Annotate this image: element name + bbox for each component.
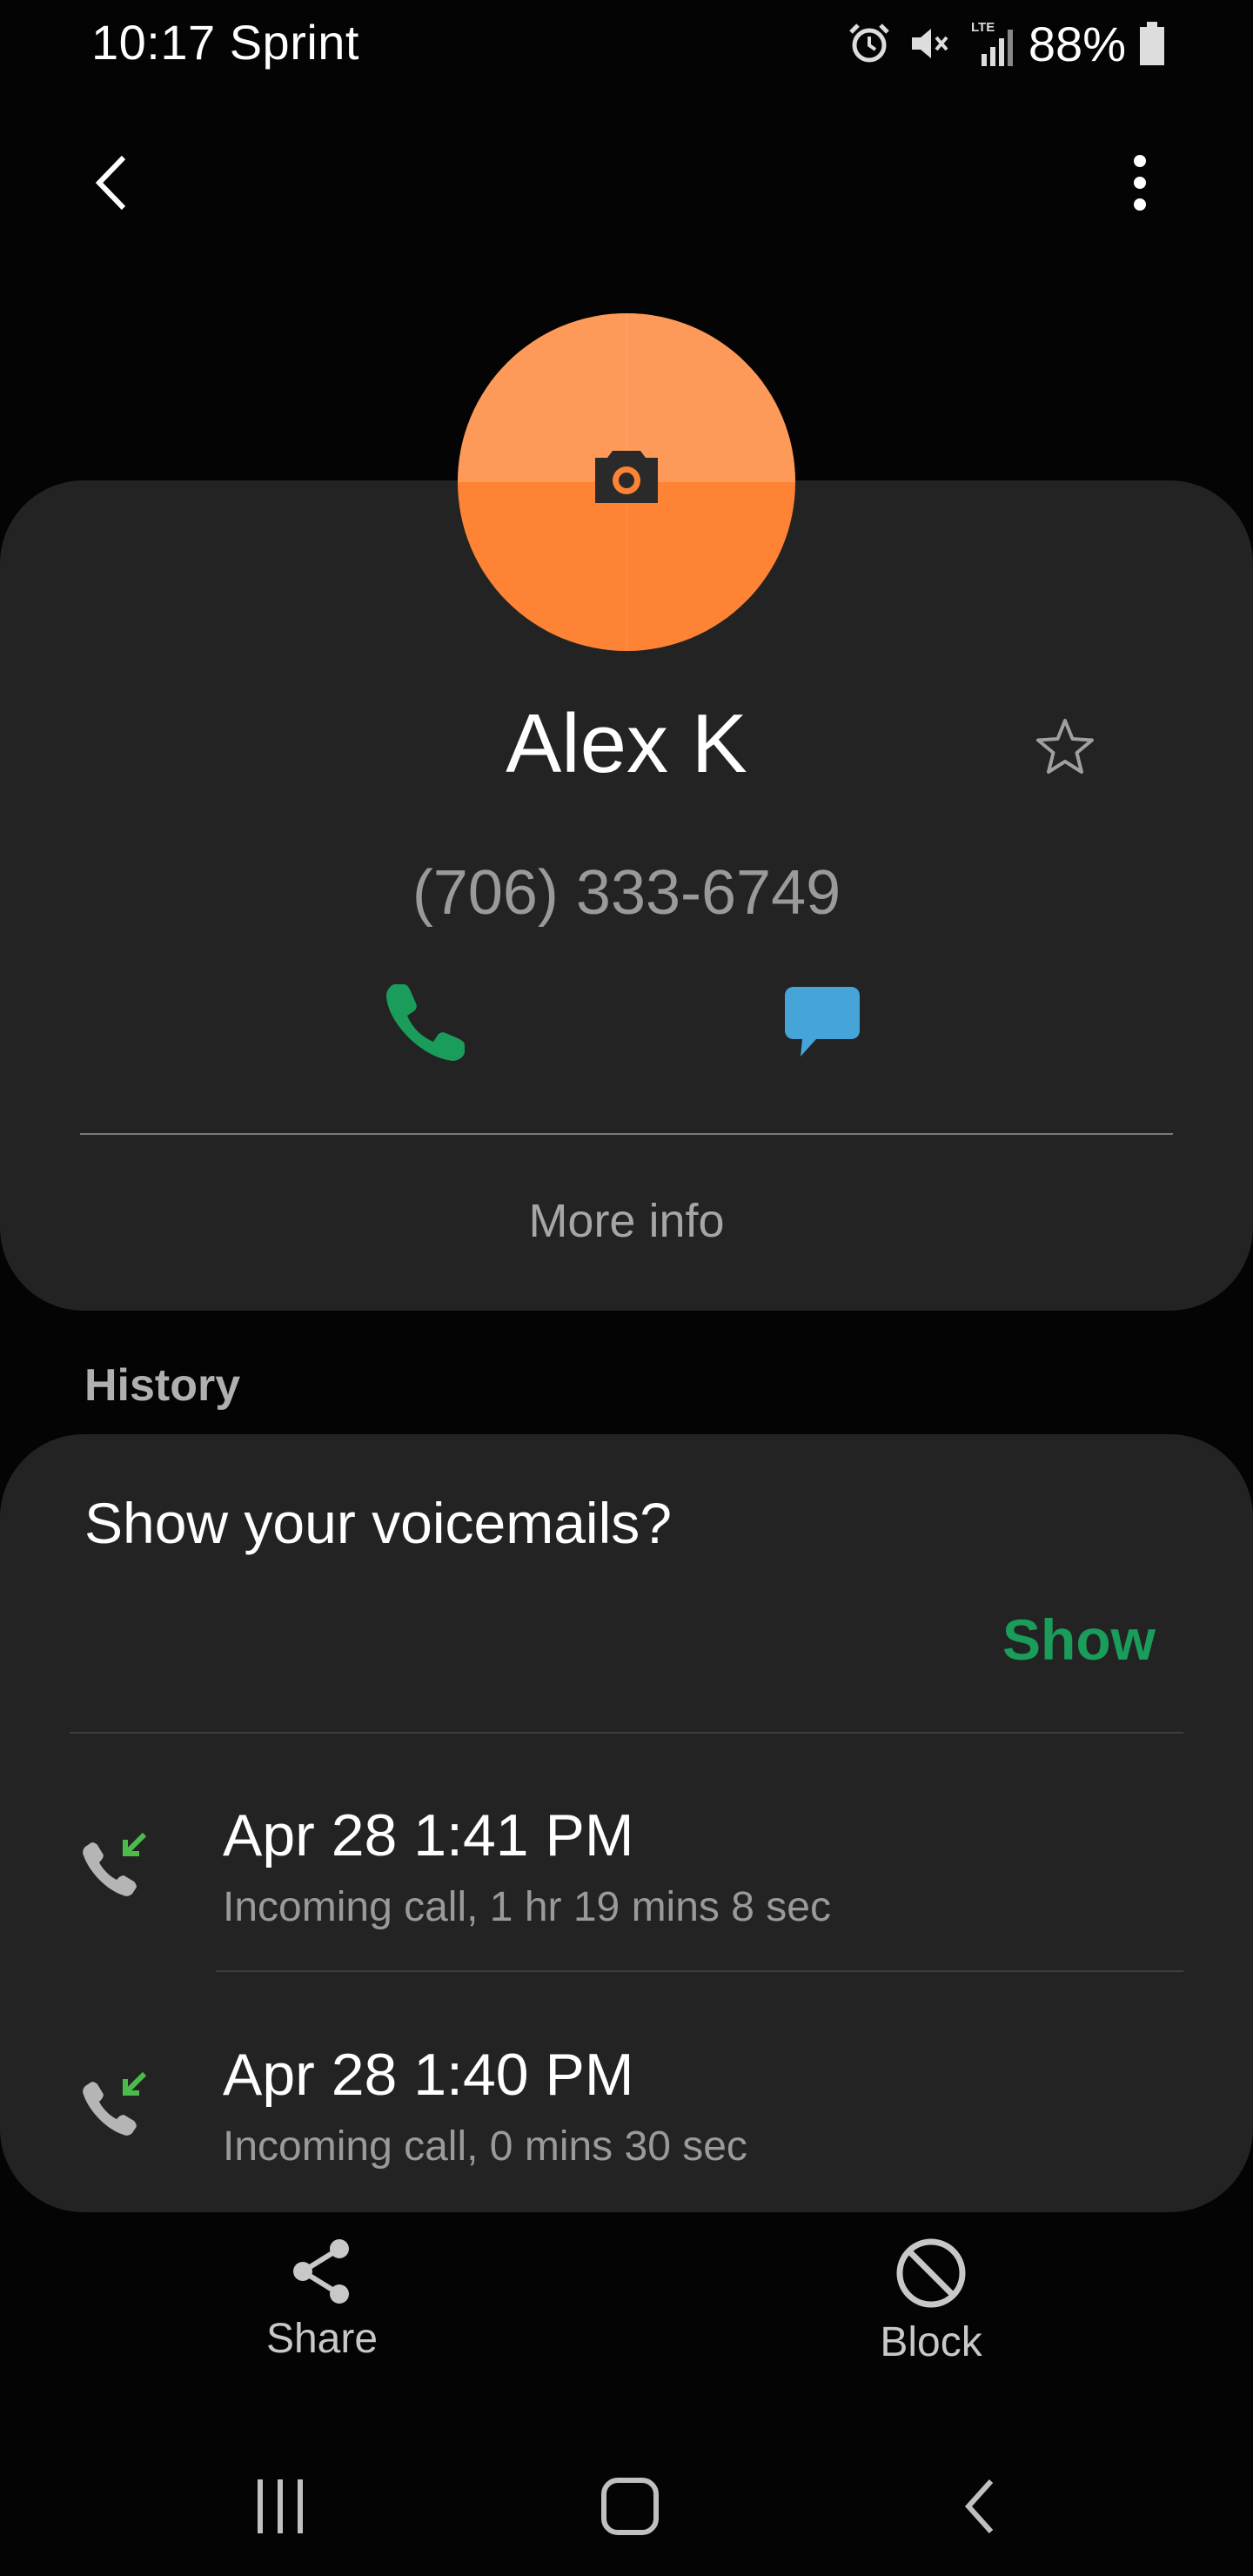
- call-entry-time: Apr 28 1:40 PM: [223, 2042, 634, 2108]
- nav-back-button[interactable]: [928, 2454, 1032, 2559]
- more-info-button[interactable]: More info: [0, 1194, 1253, 1248]
- more-options-button[interactable]: [1114, 144, 1166, 222]
- recents-button[interactable]: [228, 2454, 332, 2559]
- status-icons: LTE 88%: [846, 12, 1166, 75]
- lte-label: LTE: [971, 20, 995, 35]
- show-voicemails-button[interactable]: Show: [1002, 1607, 1156, 1673]
- call-entry-detail: Incoming call, 0 mins 30 sec: [223, 2123, 747, 2170]
- voicemail-prompt: Show your voicemails?: [84, 1491, 672, 1555]
- call-button[interactable]: [383, 979, 470, 1066]
- back-button[interactable]: [80, 144, 143, 222]
- favorite-button[interactable]: [1034, 715, 1096, 778]
- vibrate-mute-icon: [905, 20, 952, 67]
- call-entry-time: Apr 28 1:41 PM: [223, 1802, 634, 1868]
- contact-phone-number: (706) 333-6749: [412, 858, 841, 928]
- call-history-entry[interactable]: Apr 28 1:40 PM Incoming call, 0 mins 30 …: [0, 2023, 1253, 2197]
- incoming-call-icon: [83, 2071, 147, 2136]
- nav-back-icon: [964, 2479, 994, 2534]
- alarm-icon: [846, 20, 893, 67]
- call-entry-detail: Incoming call, 1 hr 19 mins 8 sec: [223, 1884, 831, 1930]
- lte-signal-icon: LTE: [964, 17, 1016, 70]
- phone-icon: [386, 984, 465, 1061]
- status-time-carrier: 10:17 Sprint: [91, 15, 359, 70]
- chevron-left-icon: [95, 155, 126, 211]
- home-icon: [601, 2478, 659, 2535]
- recents-icon: [258, 2479, 303, 2533]
- contact-details-screen: 10:17 Sprint LTE 88% Alex K (706) 333-67…: [0, 0, 1253, 2576]
- block-label: Block: [880, 2319, 982, 2365]
- battery-percent: 88%: [1028, 16, 1126, 71]
- history-heading: History: [84, 1360, 241, 1411]
- system-navigation-bar: [0, 2428, 1253, 2576]
- block-icon: [896, 2238, 966, 2308]
- share-label: Share: [265, 2316, 379, 2362]
- call-history-entry[interactable]: Apr 28 1:41 PM Incoming call, 1 hr 19 mi…: [0, 1784, 1253, 1958]
- star-outline-icon: [1036, 719, 1094, 774]
- contact-avatar[interactable]: [458, 313, 795, 651]
- status-bar: 10:17 Sprint LTE 88%: [0, 0, 1253, 87]
- history-divider: [216, 1970, 1183, 1972]
- incoming-call-icon: [83, 1832, 147, 1896]
- share-icon: [293, 2239, 349, 2304]
- battery-icon: [1138, 20, 1166, 67]
- card-divider: [80, 1133, 1173, 1135]
- history-divider: [70, 1732, 1183, 1734]
- camera-icon: [595, 451, 658, 503]
- home-button[interactable]: [578, 2454, 682, 2559]
- message-icon: [785, 987, 860, 1057]
- block-button[interactable]: Block: [818, 2237, 1044, 2385]
- share-button[interactable]: Share: [209, 2237, 435, 2385]
- more-vertical-icon: [1134, 155, 1146, 211]
- message-button[interactable]: [783, 983, 870, 1070]
